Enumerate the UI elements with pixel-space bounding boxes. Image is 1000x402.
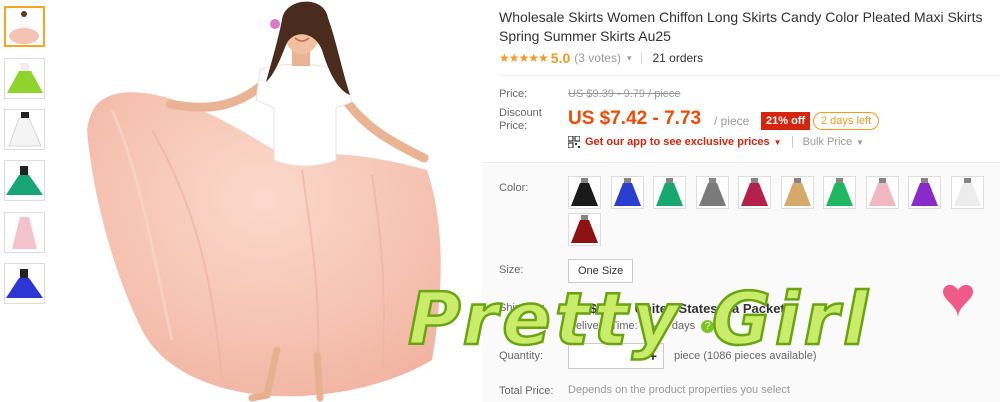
price-unit: / piece xyxy=(714,114,750,128)
color-swatch-royal-blue[interactable] xyxy=(610,176,644,209)
color-swatch-khaki[interactable] xyxy=(780,176,814,209)
thumbnail-pink-skirt[interactable] xyxy=(4,212,45,253)
color-swatch-white[interactable] xyxy=(950,176,984,209)
color-swatch-burgundy[interactable] xyxy=(568,213,601,246)
votes-link[interactable]: (3 votes) xyxy=(574,51,621,65)
app-exclusive-prices-link[interactable]: Get our app to see exclusive prices xyxy=(585,136,770,148)
delivery-time: Delivery Time: 12-20 days ? xyxy=(568,320,715,333)
color-swatch-purple[interactable] xyxy=(908,176,941,209)
thumbnail-green-skirt[interactable] xyxy=(4,160,45,201)
discount-price: US $7.42 - 7.73 xyxy=(568,108,702,129)
orders-count: 21 orders xyxy=(652,51,704,65)
product-title[interactable]: Wholesale Skirts Women Chiffon Long Skir… xyxy=(499,8,995,46)
discount-price-label-line1: Discount xyxy=(499,107,542,119)
discount-price-label-line2: Price: xyxy=(499,120,528,132)
product-detail-panel: Wholesale Skirts Women Chiffon Long Skir… xyxy=(482,0,1000,402)
thumbnail-strip xyxy=(0,0,50,402)
color-swatch-wine-red[interactable] xyxy=(738,176,771,209)
chevron-down-icon[interactable]: ▼ xyxy=(774,138,782,147)
thumbnail-light-green-skirt[interactable] xyxy=(4,58,45,99)
chevron-down-icon[interactable]: ▾ xyxy=(627,53,632,64)
divider xyxy=(641,52,643,64)
chevron-down-icon[interactable]: ▼ xyxy=(856,138,864,147)
original-price: US $9.39 - 9.79 / piece xyxy=(568,88,681,100)
rating-row: ★★★★★ 5.0 (3 votes) ▾ 21 orders xyxy=(499,50,703,66)
color-swatch-light-green[interactable] xyxy=(823,176,856,209)
size-option-button[interactable]: One Size xyxy=(568,259,634,283)
divider xyxy=(499,75,1000,76)
days-left-badge: 2 days left xyxy=(813,112,880,130)
app-promo-row: Get our app to see exclusive prices ▼ Bu… xyxy=(567,135,864,149)
help-icon[interactable]: ? xyxy=(701,320,715,333)
bulk-price-link[interactable]: Bulk Price xyxy=(803,136,853,148)
quantity-increment-button[interactable]: + xyxy=(649,348,657,364)
shipping-price[interactable]: US $1.2 to United States via Packet xyxy=(568,301,785,316)
size-label: Size: xyxy=(499,264,524,276)
qr-code-icon xyxy=(567,135,581,149)
rating-value: 5.0 xyxy=(550,50,571,66)
thumbnail-white-skirt[interactable] xyxy=(4,109,45,150)
delivery-time-text: Delivery Time: 12-20 days xyxy=(568,320,696,332)
thumbnail-blue-skirt[interactable] xyxy=(4,263,45,304)
main-product-image[interactable] xyxy=(52,0,482,402)
quantity-label: Quantity: xyxy=(499,350,544,362)
color-label: Color: xyxy=(499,182,529,194)
price-label: Price: xyxy=(499,88,528,100)
divider xyxy=(791,136,793,148)
color-swatch-pink[interactable] xyxy=(865,176,899,209)
discount-badge: 21% off xyxy=(761,112,811,130)
quantity-availability: piece (1086 pieces available) xyxy=(674,350,817,362)
total-price-label: Total Price: xyxy=(499,385,554,397)
color-swatch-green[interactable] xyxy=(653,176,686,209)
thumbnail-pink-skirt-model[interactable] xyxy=(4,6,45,47)
rating-stars-icon: ★★★★★ xyxy=(499,51,549,65)
quantity-stepper[interactable]: + xyxy=(568,343,664,369)
color-swatch-grey[interactable] xyxy=(695,176,729,209)
shipping-label: Shipping: xyxy=(499,302,545,314)
total-price-note: Depends on the product properties you se… xyxy=(568,384,790,396)
color-swatch-black[interactable] xyxy=(568,176,601,209)
